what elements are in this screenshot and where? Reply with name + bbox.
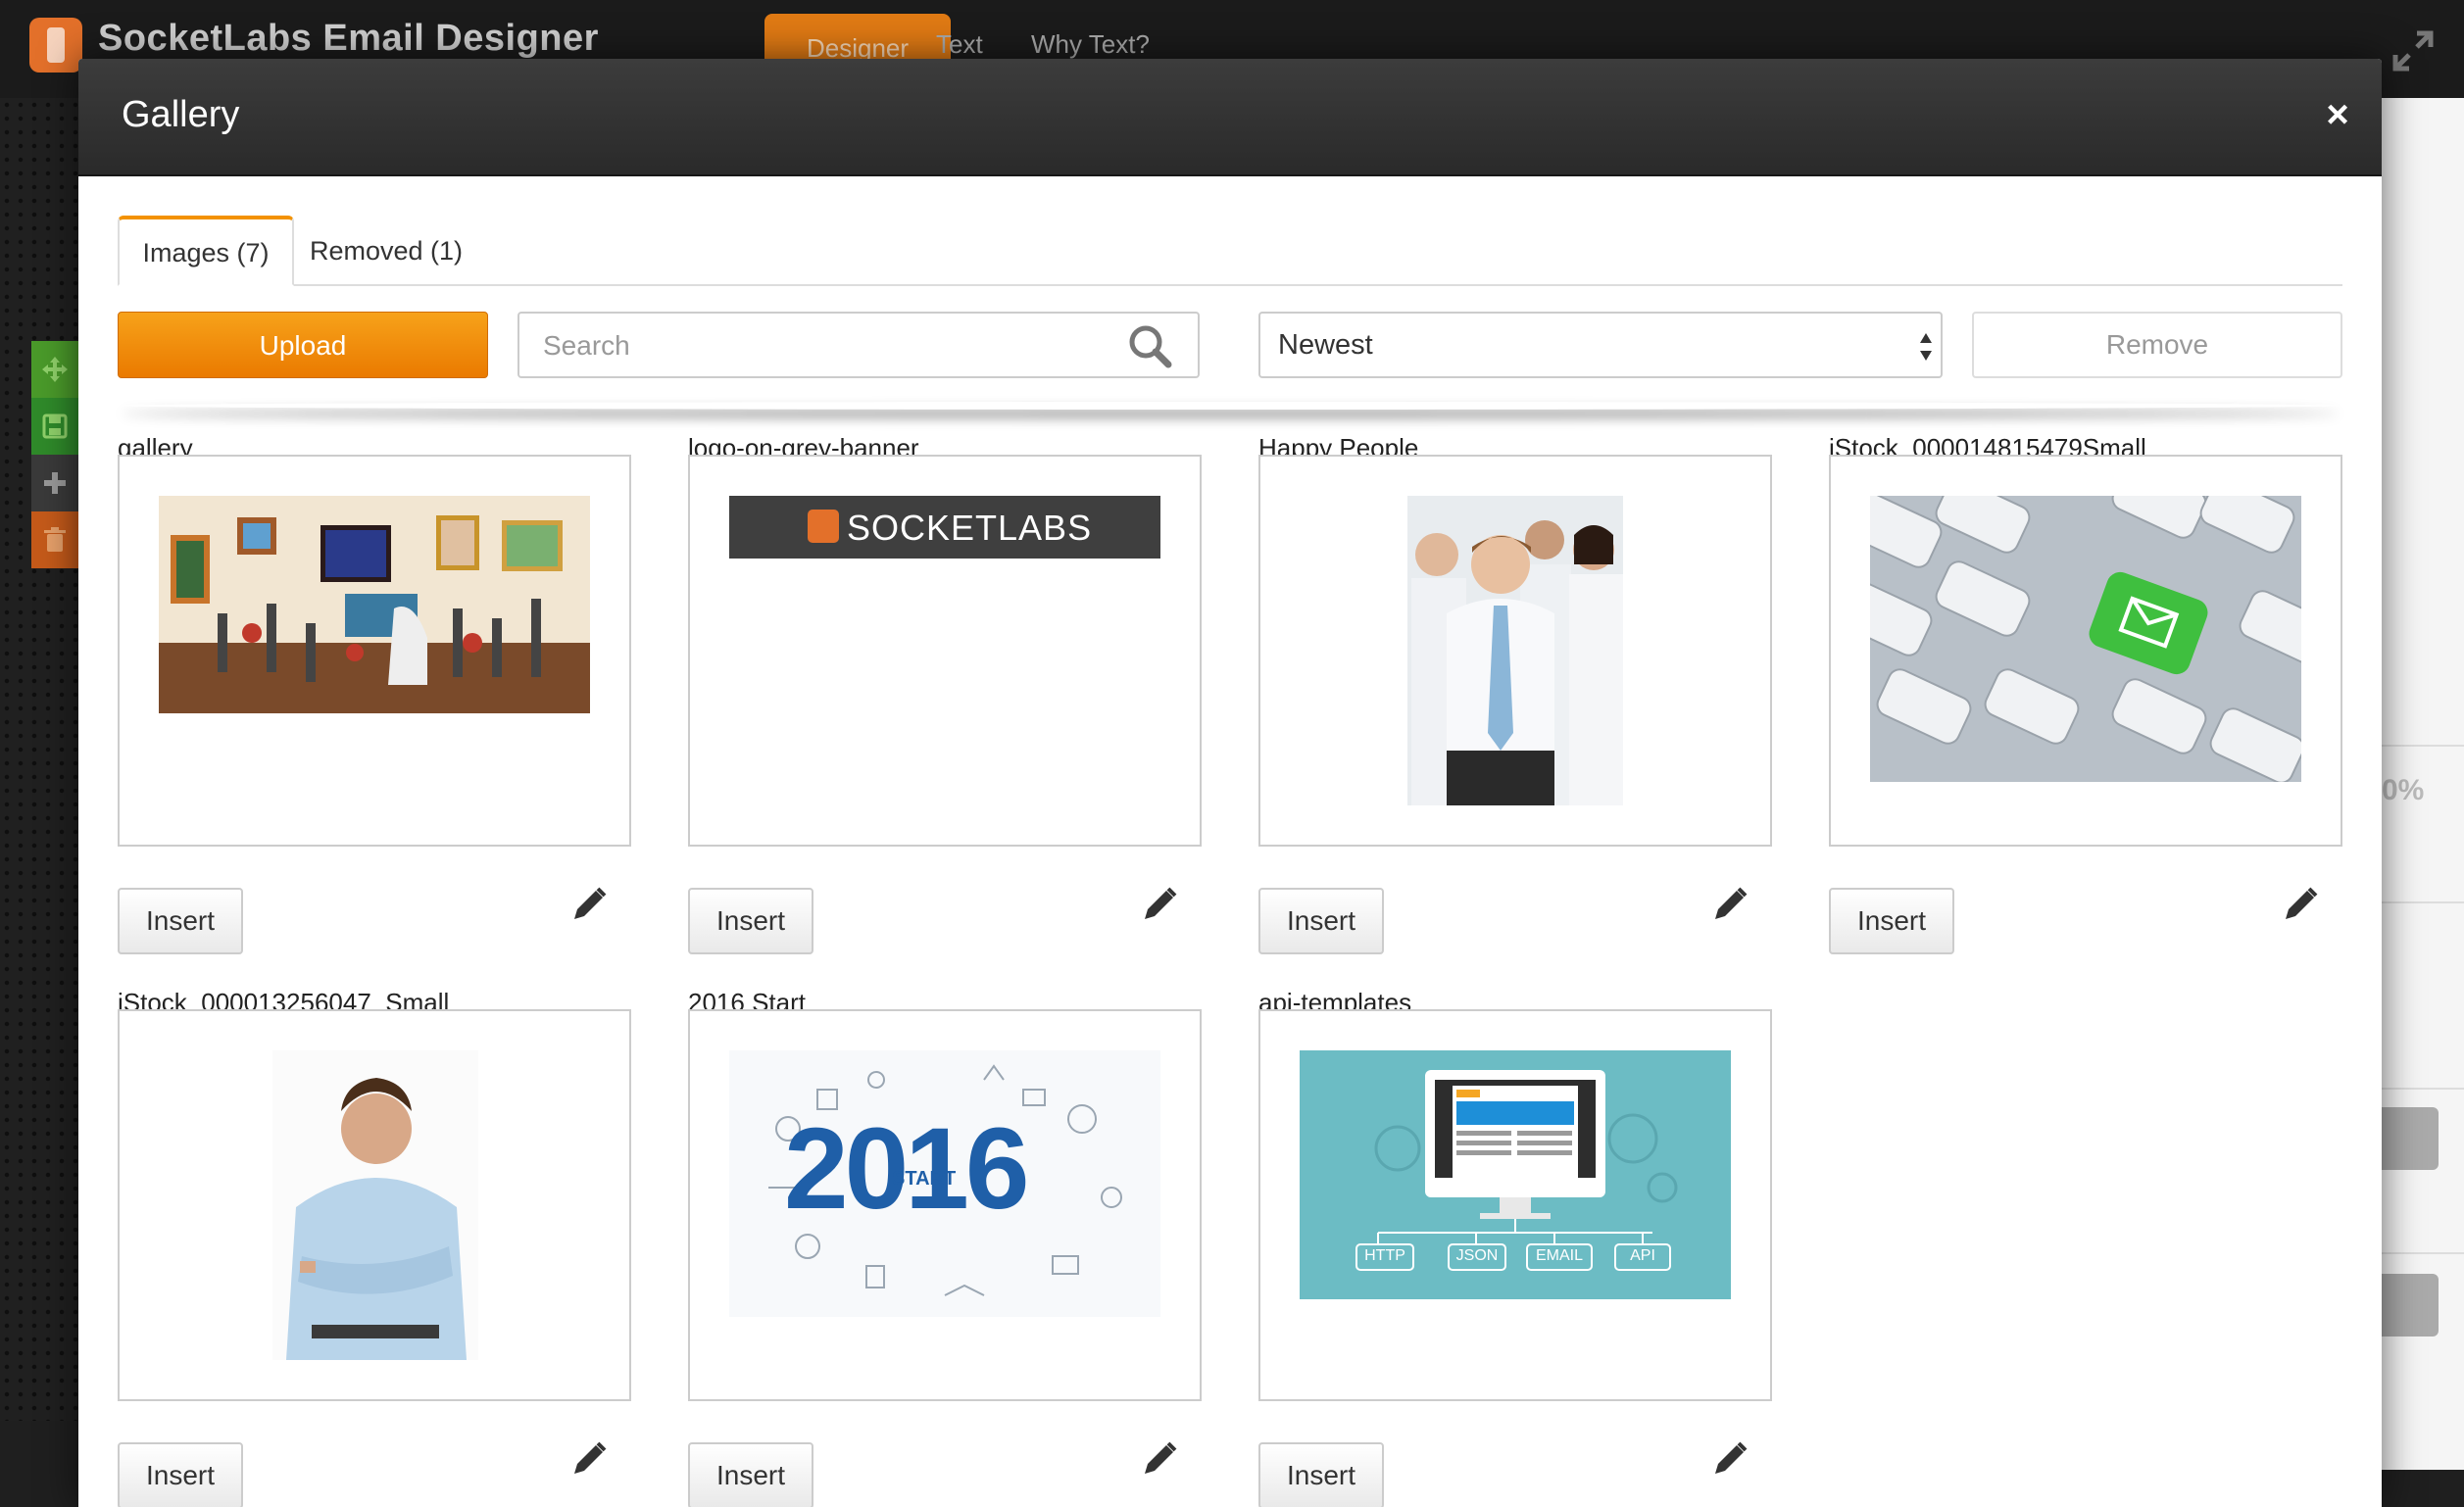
panel-button[interactable] — [2382, 1107, 2439, 1170]
upload-button[interactable]: Upload — [118, 312, 488, 378]
save-icon — [42, 413, 68, 439]
app-title: SocketLabs Email Designer — [98, 18, 599, 59]
happy-people-thumbnail — [1407, 496, 1623, 805]
tab-why-text[interactable]: Why Text? — [1031, 29, 1150, 60]
insert-button[interactable]: Insert — [1258, 888, 1384, 954]
sort-select[interactable]: Newest — [1258, 312, 1943, 378]
insert-button[interactable]: Insert — [118, 1442, 243, 1507]
pencil-icon[interactable] — [1711, 1440, 1749, 1478]
toolbar-shadow — [122, 402, 2339, 410]
insert-button[interactable]: Insert — [1829, 888, 1954, 954]
api-tag: JSON — [1455, 1247, 1499, 1264]
logo-text: SOCKETLABS — [847, 508, 1093, 548]
save-tool[interactable] — [31, 398, 78, 455]
search-box — [517, 312, 1200, 378]
panel-button[interactable] — [2382, 1274, 2439, 1337]
canvas-background — [0, 98, 78, 1421]
sort-value: Newest — [1278, 329, 1373, 361]
move-tool[interactable] — [31, 341, 78, 398]
pencil-icon[interactable] — [570, 1440, 608, 1478]
close-icon[interactable]: × — [2313, 90, 2362, 139]
search-icon[interactable] — [1127, 323, 1172, 368]
image-frame[interactable] — [118, 455, 631, 847]
delete-tool[interactable] — [31, 511, 78, 568]
add-tool[interactable] — [31, 455, 78, 511]
2016-start-thumbnail: 2016 START — [729, 1050, 1160, 1317]
insert-button[interactable]: Insert — [1258, 1442, 1384, 1507]
tab-removed[interactable]: Removed (1) — [302, 216, 470, 286]
divider — [2382, 1252, 2464, 1254]
trash-icon — [44, 527, 66, 552]
gallery-modal: Gallery × Images (7) Removed (1) Upload … — [78, 59, 2382, 1507]
image-frame[interactable]: SOCKETLABS — [688, 455, 1202, 847]
image-frame[interactable] — [1829, 455, 2342, 847]
divider — [2382, 901, 2464, 903]
insert-button[interactable]: Insert — [118, 888, 243, 954]
pencil-icon[interactable] — [1141, 886, 1178, 923]
plus-icon — [44, 472, 66, 494]
divider — [2382, 1088, 2464, 1090]
insert-button[interactable]: Insert — [688, 888, 813, 954]
pencil-icon[interactable] — [1711, 886, 1749, 923]
socketlabs-logo-icon — [29, 18, 82, 73]
search-input[interactable] — [541, 321, 1094, 370]
tab-images[interactable]: Images (7) — [118, 216, 294, 286]
divider — [2382, 745, 2464, 747]
image-frame[interactable]: HTTP JSON EMAIL API — [1258, 1009, 1772, 1401]
tab-text[interactable]: Text — [936, 29, 983, 60]
pencil-icon[interactable] — [2282, 886, 2319, 923]
move-icon — [42, 357, 68, 382]
insert-button[interactable]: Insert — [688, 1442, 813, 1507]
modal-header: Gallery × — [78, 59, 2382, 176]
api-tag: EMAIL — [1535, 1247, 1583, 1264]
socketlabs-logo-icon — [808, 510, 839, 543]
modal-title: Gallery — [122, 94, 240, 135]
pencil-icon[interactable] — [1141, 1440, 1178, 1478]
expand-icon[interactable] — [2391, 29, 2435, 73]
right-panel: 0% — [2382, 98, 2464, 1470]
keyboard-thumbnail — [1870, 496, 2301, 782]
api-tag: API — [1630, 1247, 1655, 1264]
logo-thumbnail: SOCKETLABS — [729, 496, 1160, 559]
pencil-icon[interactable] — [570, 886, 608, 923]
image-frame[interactable] — [118, 1009, 631, 1401]
percent-readout: 0% — [2382, 774, 2425, 806]
man-portrait-thumbnail — [272, 1050, 478, 1360]
api-templates-thumbnail: HTTP JSON EMAIL API — [1300, 1050, 1731, 1299]
select-arrows-icon — [1920, 333, 1932, 361]
remove-button[interactable]: Remove — [1972, 312, 2342, 378]
api-tag: HTTP — [1364, 1247, 1405, 1264]
start-art-text: START — [892, 1168, 957, 1190]
image-frame[interactable] — [1258, 455, 1772, 847]
gallery-thumbnail — [159, 496, 590, 713]
image-frame[interactable]: 2016 START — [688, 1009, 1202, 1401]
